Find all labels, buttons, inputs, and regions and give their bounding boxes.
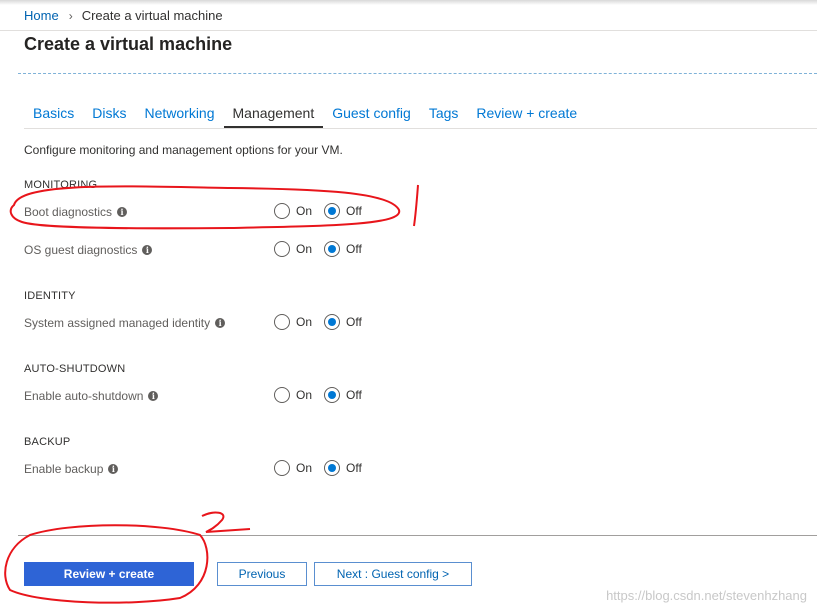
- radio-label-off: Off: [346, 461, 362, 475]
- breadcrumb-home-link[interactable]: Home: [24, 8, 59, 23]
- header-divider: [18, 73, 817, 74]
- section-title-backup: BACKUP: [24, 436, 71, 448]
- section-title-identity: IDENTITY: [24, 290, 76, 302]
- radio-label-off: Off: [346, 315, 362, 329]
- radio-label-on: On: [296, 204, 313, 218]
- radio-label-off: Off: [346, 204, 362, 218]
- system-identity-radio-group: On Off: [274, 314, 374, 330]
- tab-management[interactable]: Management: [223, 104, 324, 128]
- tab-tags[interactable]: Tags: [420, 104, 468, 128]
- radio-checked-icon: [324, 314, 341, 330]
- review-create-button[interactable]: Review + create: [24, 562, 194, 586]
- boot-diagnostics-radio-group: On Off: [274, 203, 374, 219]
- info-icon[interactable]: i: [117, 207, 128, 217]
- radio-unchecked-icon: [274, 460, 290, 476]
- next-guest-config-button[interactable]: Next : Guest config >: [314, 562, 472, 586]
- backup-off-radio[interactable]: Off: [324, 460, 362, 476]
- watermark: https://blog.csdn.net/stevenhzhang: [606, 588, 807, 603]
- page-title: Create a virtual machine: [24, 34, 233, 54]
- tab-bar: Basics Disks Networking Management Guest…: [24, 104, 586, 128]
- auto-shutdown-text: Enable auto-shutdown: [24, 389, 144, 403]
- tab-disks[interactable]: Disks: [83, 104, 135, 128]
- section-title-monitoring: MONITORING: [24, 179, 98, 191]
- backup-on-radio[interactable]: On: [274, 460, 312, 476]
- auto-shutdown-off-radio[interactable]: Off: [324, 387, 362, 403]
- info-icon[interactable]: i: [148, 391, 159, 401]
- tab-basics[interactable]: Basics: [24, 104, 83, 128]
- radio-unchecked-icon: [274, 203, 290, 219]
- radio-checked-icon: [324, 387, 341, 403]
- tab-networking[interactable]: Networking: [135, 104, 223, 128]
- radio-unchecked-icon: [274, 387, 290, 403]
- boot-diagnostics-text: Boot diagnostics: [24, 205, 113, 219]
- info-icon[interactable]: i: [215, 318, 226, 328]
- radio-label-on: On: [296, 242, 313, 256]
- radio-label-on: On: [296, 315, 313, 329]
- os-guest-diagnostics-text: OS guest diagnostics: [24, 243, 138, 257]
- chevron-right-icon: ›: [68, 8, 73, 23]
- radio-unchecked-icon: [274, 241, 290, 257]
- system-identity-off-radio[interactable]: Off: [324, 314, 362, 330]
- radio-label-on: On: [296, 461, 313, 475]
- system-identity-label: System assigned managed identity i: [24, 316, 226, 330]
- backup-label: Enable backup i: [24, 462, 119, 476]
- annotation-overlay: [4, 184, 419, 604]
- section-title-auto-shutdown: AUTO-SHUTDOWN: [24, 363, 126, 375]
- radio-checked-icon: [324, 203, 341, 219]
- annotation-mark-2: [201, 511, 251, 533]
- breadcrumb-current: Create a virtual machine: [81, 8, 223, 23]
- top-bar: Home › Create a virtual machine: [0, 0, 817, 31]
- tabs-divider: [24, 128, 817, 129]
- system-identity-on-radio[interactable]: On: [274, 314, 312, 330]
- os-guest-diagnostics-off-radio[interactable]: Off: [324, 241, 362, 257]
- info-icon[interactable]: i: [108, 464, 119, 474]
- auto-shutdown-label: Enable auto-shutdown i: [24, 389, 159, 403]
- boot-diagnostics-label: Boot diagnostics i: [24, 205, 128, 219]
- radio-checked-icon: [324, 460, 341, 476]
- radio-label-off: Off: [346, 242, 362, 256]
- radio-label-off: Off: [346, 388, 362, 402]
- system-identity-text: System assigned managed identity: [24, 316, 211, 330]
- auto-shutdown-radio-group: On Off: [274, 387, 374, 403]
- os-guest-diagnostics-radio-group: On Off: [274, 241, 374, 257]
- boot-diagnostics-on-radio[interactable]: On: [274, 203, 312, 219]
- os-guest-diagnostics-on-radio[interactable]: On: [274, 241, 312, 257]
- boot-diagnostics-off-radio[interactable]: Off: [324, 203, 362, 219]
- backup-text: Enable backup: [24, 462, 104, 476]
- tab-review-create[interactable]: Review + create: [467, 104, 586, 128]
- previous-button[interactable]: Previous: [217, 562, 307, 586]
- radio-label-on: On: [296, 388, 313, 402]
- auto-shutdown-on-radio[interactable]: On: [274, 387, 312, 403]
- os-guest-diagnostics-label: OS guest diagnostics i: [24, 243, 153, 257]
- radio-unchecked-icon: [274, 314, 290, 330]
- footer-divider: [18, 535, 817, 536]
- tab-guest-config[interactable]: Guest config: [323, 104, 420, 128]
- backup-radio-group: On Off: [274, 460, 374, 476]
- intro-text: Configure monitoring and management opti…: [24, 143, 343, 157]
- annotation-mark-1: [413, 184, 419, 227]
- radio-checked-icon: [324, 241, 341, 257]
- breadcrumb: Home › Create a virtual machine: [24, 8, 223, 23]
- info-icon[interactable]: i: [142, 245, 153, 255]
